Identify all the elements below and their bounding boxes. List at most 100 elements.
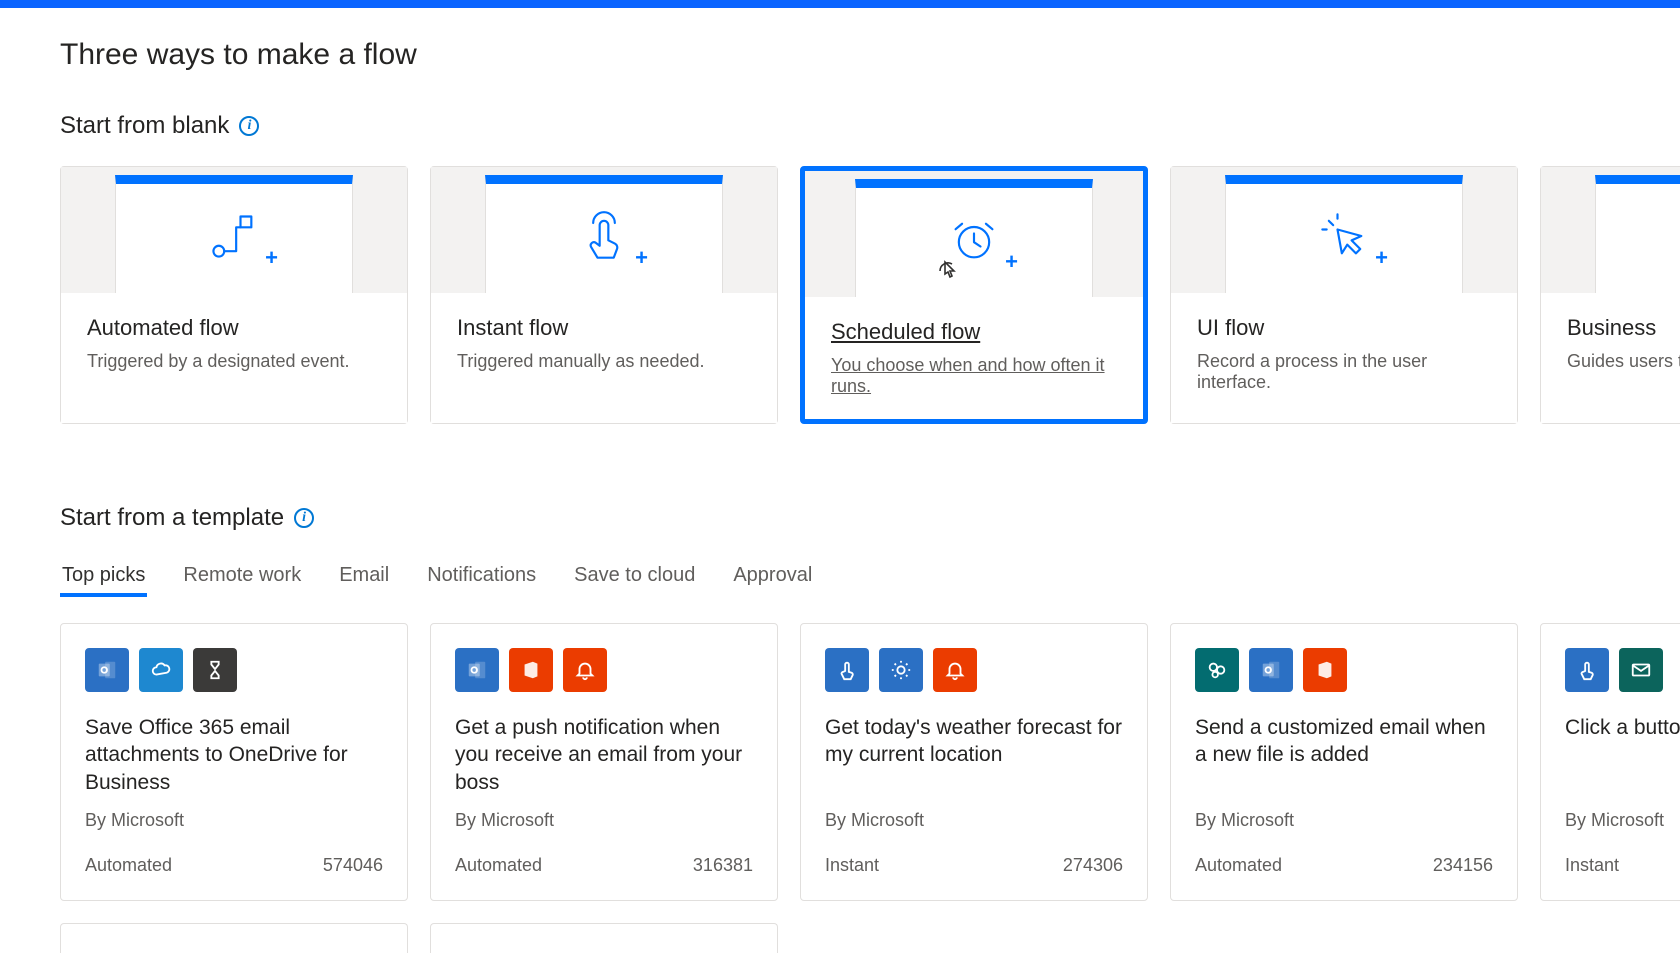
template-card-click-button-partial[interactable]: Click a button By Microsoft Instant xyxy=(1540,623,1680,901)
info-icon[interactable] xyxy=(294,508,314,528)
tile-icon-row xyxy=(455,648,753,692)
card-preview: + xyxy=(1541,167,1680,293)
template-card-save-office-att[interactable]: Save Office 365 email attachments to One… xyxy=(60,623,408,901)
business-flow-card[interactable]: + Business Guides users through the proc… xyxy=(1540,166,1680,424)
tile-icon-row xyxy=(1565,648,1680,692)
template-type: Automated xyxy=(455,855,542,876)
office-icon xyxy=(509,648,553,692)
mouse-cursor-icon xyxy=(936,259,960,283)
template-footer: Automated 234156 xyxy=(1195,855,1493,876)
card-preview: + xyxy=(431,167,777,293)
blank-heading-row: Start from blank xyxy=(60,112,1680,140)
template-count: 574046 xyxy=(323,855,383,876)
template-footer: Automated 574046 xyxy=(85,855,383,876)
mail-icon xyxy=(1619,648,1663,692)
card-body: Scheduled flow You choose when and how o… xyxy=(805,297,1143,419)
card-body: Business Guides users through the proces… xyxy=(1541,293,1680,423)
card-body: UI flow Record a process in the user int… xyxy=(1171,293,1517,423)
next-row-placeholder xyxy=(60,923,1680,953)
plus-icon: + xyxy=(1005,249,1018,275)
template-footer: Instant 274306 xyxy=(825,855,1123,876)
sun-icon xyxy=(879,648,923,692)
bell-icon xyxy=(933,648,977,692)
plus-icon: + xyxy=(635,245,648,271)
template-card-push-boss-email[interactable]: Get a push notification when you receive… xyxy=(430,623,778,901)
template-count: 234156 xyxy=(1433,855,1493,876)
template-cards: Save Office 365 email attachments to One… xyxy=(60,623,1680,901)
plus-icon: + xyxy=(1375,245,1388,271)
main-content: Three ways to make a flow Start from bla… xyxy=(0,8,1680,953)
branch-icon xyxy=(208,210,260,267)
card-desc: Record a process in the user interface. xyxy=(1197,351,1491,393)
card-preview: + xyxy=(805,171,1143,297)
template-type: Automated xyxy=(85,855,172,876)
tap-icon xyxy=(578,210,630,267)
card-body: Automated flow Triggered by a designated… xyxy=(61,293,407,423)
card-title: Business xyxy=(1567,315,1680,341)
template-card-custom-email-new-file[interactable]: Send a customized email when a new file … xyxy=(1170,623,1518,901)
card-desc: You choose when and how often it runs. xyxy=(831,355,1117,397)
template-heading-row: Start from a template xyxy=(60,504,1680,532)
outlook-icon xyxy=(1249,648,1293,692)
top-bar xyxy=(0,0,1680,8)
template-footer: Instant xyxy=(1565,855,1680,876)
tab-notifications[interactable]: Notifications xyxy=(425,558,538,597)
cloud-icon xyxy=(139,648,183,692)
page-title: Three ways to make a flow xyxy=(60,38,1680,72)
template-count: 316381 xyxy=(693,855,753,876)
card-desc: Guides users through the process. xyxy=(1567,351,1680,372)
office-icon xyxy=(1303,648,1347,692)
tap-icon xyxy=(1565,648,1609,692)
template-author: By Microsoft xyxy=(455,810,753,831)
card-desc: Triggered by a designated event. xyxy=(87,351,381,372)
ui-flow-card[interactable]: + UI flow Record a process in the user i… xyxy=(1170,166,1518,424)
tab-remote-work[interactable]: Remote work xyxy=(181,558,303,597)
bell-icon xyxy=(563,648,607,692)
tab-approval[interactable]: Approval xyxy=(731,558,814,597)
preview-inner: + xyxy=(1595,175,1680,293)
automated-flow-card[interactable]: + Automated flow Triggered by a designat… xyxy=(60,166,408,424)
template-author: By Microsoft xyxy=(825,810,1123,831)
template-count: 274306 xyxy=(1063,855,1123,876)
template-tabs: Top picks Remote work Email Notifications Sa… xyxy=(60,558,1680,597)
card-title: Scheduled flow xyxy=(831,319,1117,345)
card-title: Instant flow xyxy=(457,315,751,341)
sharepoint-icon xyxy=(1195,648,1239,692)
card-desc: Triggered manually as needed. xyxy=(457,351,751,372)
plus-icon: + xyxy=(265,245,278,271)
template-title: Save Office 365 email attachments to One… xyxy=(85,714,383,798)
outlook-icon xyxy=(455,648,499,692)
preview-inner: + xyxy=(1225,175,1463,293)
template-card-placeholder[interactable] xyxy=(60,923,408,953)
card-body: Instant flow Triggered manually as neede… xyxy=(431,293,777,423)
blank-flow-cards: + Automated flow Triggered by a designat… xyxy=(60,166,1680,424)
template-card-weather-today[interactable]: Get today's weather forecast for my curr… xyxy=(800,623,1148,901)
template-author: By Microsoft xyxy=(1195,810,1493,831)
instant-flow-card[interactable]: + Instant flow Triggered manually as nee… xyxy=(430,166,778,424)
tab-email[interactable]: Email xyxy=(337,558,391,597)
tab-top-picks[interactable]: Top picks xyxy=(60,558,147,597)
tap-icon xyxy=(825,648,869,692)
preview-inner: + xyxy=(115,175,353,293)
template-heading: Start from a template xyxy=(60,504,284,532)
outlook-icon xyxy=(85,648,129,692)
template-type: Instant xyxy=(825,855,879,876)
card-preview: + xyxy=(1171,167,1517,293)
template-footer: Automated 316381 xyxy=(455,855,753,876)
card-preview: + xyxy=(61,167,407,293)
card-title: UI flow xyxy=(1197,315,1491,341)
tile-icon-row xyxy=(825,648,1123,692)
template-author: By Microsoft xyxy=(1565,810,1680,831)
tab-save-to-cloud[interactable]: Save to cloud xyxy=(572,558,697,597)
template-card-placeholder[interactable] xyxy=(430,923,778,953)
info-icon[interactable] xyxy=(239,116,259,136)
scheduled-flow-card[interactable]: + Scheduled flow You choose when and how… xyxy=(800,166,1148,424)
template-title: Get a push notification when you receive… xyxy=(455,714,753,798)
template-title: Get today's weather forecast for my curr… xyxy=(825,714,1123,798)
card-title: Automated flow xyxy=(87,315,381,341)
template-title: Click a button xyxy=(1565,714,1680,798)
preview-inner: + xyxy=(855,179,1093,297)
hourglass-icon xyxy=(193,648,237,692)
template-author: By Microsoft xyxy=(85,810,383,831)
cursor-click-icon xyxy=(1318,210,1370,267)
